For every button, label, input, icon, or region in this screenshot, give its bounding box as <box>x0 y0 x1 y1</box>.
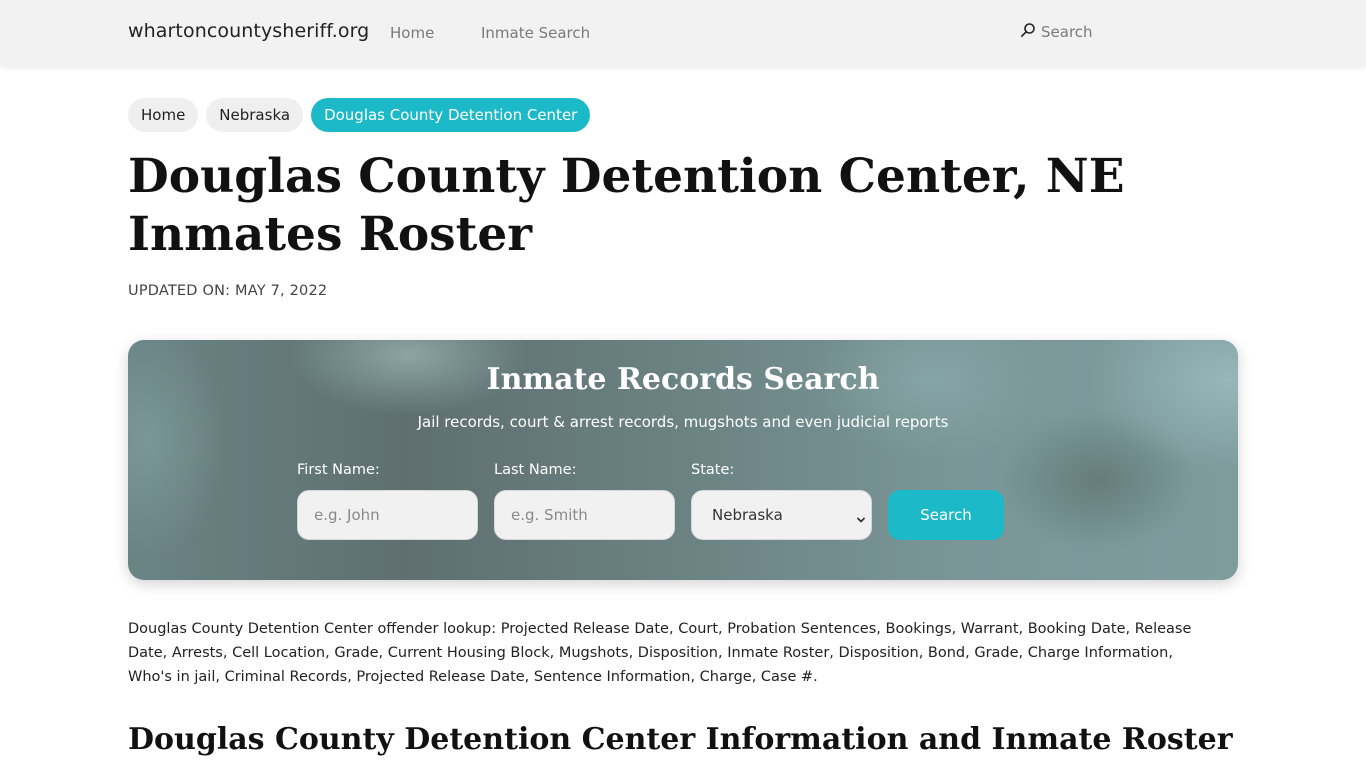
updated-date: UPDATED ON: MAY 7, 2022 <box>128 283 328 299</box>
state-select[interactable]: Nebraska <box>691 490 872 540</box>
top-navbar: whartoncountysheriff.org Home Inmate Sea… <box>0 0 1366 66</box>
search-submit-button[interactable]: Search <box>888 490 1004 540</box>
last-name-label: Last Name: <box>494 462 577 478</box>
breadcrumb-item-home[interactable]: Home <box>128 98 199 132</box>
nav-search-button[interactable]: Search <box>1020 22 1093 42</box>
nav-search-label: Search <box>1041 23 1093 41</box>
site-brand-link[interactable]: whartoncountysheriff.org <box>128 20 369 42</box>
search-panel-subtitle: Jail records, court & arrest records, mu… <box>417 413 949 431</box>
inmate-search-panel: Inmate Records Search Jail records, cour… <box>128 340 1238 580</box>
breadcrumb-item-current[interactable]: Douglas County Detention Center <box>311 98 591 132</box>
breadcrumb: Home Nebraska Douglas County Detention C… <box>128 98 591 132</box>
section-title: Douglas County Detention Center Informat… <box>128 722 1233 757</box>
page-title: Douglas County Detention Center, NE Inma… <box>128 149 1125 262</box>
first-name-input[interactable] <box>297 490 478 540</box>
last-name-input[interactable] <box>494 490 675 540</box>
search-icon <box>1020 22 1036 42</box>
breadcrumb-item-nebraska[interactable]: Nebraska <box>206 98 304 132</box>
first-name-label: First Name: <box>297 462 380 478</box>
search-panel-title: Inmate Records Search <box>486 362 880 397</box>
description-text: Douglas County Detention Center offender… <box>128 621 1192 685</box>
state-label: State: <box>691 462 735 478</box>
nav-link-inmate-search[interactable]: Inmate Search <box>481 24 590 42</box>
nav-link-home[interactable]: Home <box>390 24 434 42</box>
